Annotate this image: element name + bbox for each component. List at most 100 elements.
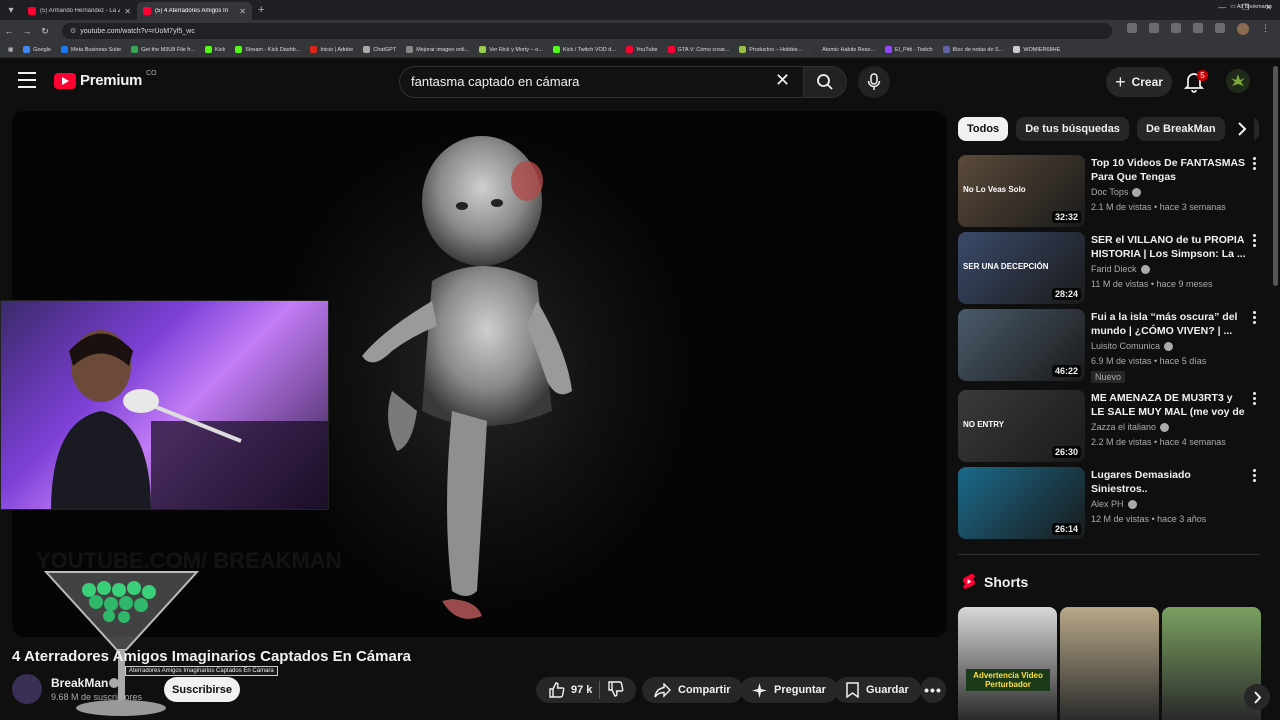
bookmark-label: WOMIER68HE — [1023, 46, 1061, 53]
section-divider — [958, 554, 1260, 555]
bookmark-star-icon[interactable] — [1171, 23, 1181, 33]
browser-tab-0[interactable]: (5) Armando Hernández - La Ze ✕ — [22, 2, 137, 20]
bookmark-item[interactable]: WOMIER68HE — [1009, 46, 1064, 53]
extensions-area: ⋮ — [1127, 23, 1270, 35]
recommended-video[interactable]: 26:14 Lugares Demasiado Siniestros.. Alex … — [958, 467, 1258, 539]
bookmark-label: YouTube — [635, 46, 658, 53]
video-thumbnail[interactable]: NO ENTRY 26:30 — [958, 390, 1085, 462]
address-bar-row: ← → ↻ ⚙ youtube.com/watch?v=rUoM7yf5_wc … — [0, 20, 1280, 42]
thumbs-up-icon — [549, 681, 565, 698]
video-title[interactable]: Lugares Demasiado Siniestros.. — [1091, 468, 1246, 496]
apps-icon[interactable]: ▦ — [4, 47, 17, 53]
video-thumbnail[interactable]: 26:14 — [958, 467, 1085, 539]
cast-icon[interactable] — [1149, 23, 1159, 33]
youtube-favicon-icon — [28, 7, 36, 15]
bookmark-favicon-icon — [60, 46, 68, 53]
chips-next-button[interactable] — [1230, 117, 1254, 141]
bookmark-item[interactable]: ChatGPT — [359, 46, 400, 53]
clear-search-icon[interactable]: ✕ — [775, 70, 790, 91]
recommended-video[interactable]: 46:22 Fui a la isla “más oscura” del mund… — [958, 309, 1258, 383]
forward-icon[interactable]: → — [18, 26, 36, 36]
more-options-icon[interactable] — [1251, 392, 1257, 406]
video-channel[interactable]: Doc Tops — [1091, 187, 1142, 197]
more-actions-button[interactable]: ••• — [920, 677, 946, 703]
short-thumbnail[interactable]: Advertencia Video Perturbador — [958, 607, 1057, 720]
short-thumbnail[interactable] — [1060, 607, 1159, 720]
video-channel[interactable]: Luisito Comunica — [1091, 341, 1174, 351]
bookmark-item[interactable]: GTA V: Cómo crear... — [664, 46, 734, 53]
bookmark-item[interactable]: El_Pitti - Twitch — [881, 46, 937, 53]
bookmark-item[interactable]: Meta Business Suite — [57, 46, 125, 53]
bookmark-item[interactable]: Productos – Hobbie... — [735, 46, 806, 53]
minimize-icon[interactable]: — — [1218, 3, 1226, 12]
shorts-logo-icon — [963, 574, 975, 589]
new-tab-button[interactable]: + — [258, 4, 264, 16]
browser-tab-1[interactable]: (5) 4 Aterradores Amigos In ✕ — [137, 2, 252, 20]
shorts-next-button[interactable] — [1244, 684, 1270, 710]
more-options-icon[interactable] — [1251, 469, 1257, 483]
scrollbar-thumb[interactable] — [1273, 66, 1278, 286]
video-title[interactable]: SER el VILLANO de tu PROPIA HISTORIA | L… — [1091, 233, 1246, 261]
bookmark-item[interactable]: Mejorar imagen onli... — [402, 46, 473, 53]
dislike-button[interactable] — [607, 680, 624, 700]
reload-icon[interactable]: ↻ — [36, 26, 54, 37]
video-title[interactable]: Fui a la isla “más oscura” del mundo | ¿… — [1091, 310, 1246, 338]
share-button[interactable]: Compartir — [642, 677, 743, 703]
bookmark-item[interactable]: Kick / Twitch VOD d... — [549, 46, 620, 53]
video-thumbnail[interactable]: 46:22 — [958, 309, 1085, 381]
site-info-icon[interactable]: ⚙ — [70, 27, 76, 35]
recommended-video[interactable]: NO ENTRY 26:30 ME AMENAZA DE MU3RT3 y LE S… — [958, 390, 1258, 462]
video-channel[interactable]: Farid Dieck — [1091, 264, 1150, 274]
browser-menu-icon[interactable]: ⋮ — [1261, 23, 1270, 35]
page-scrollbar[interactable] — [1272, 60, 1280, 720]
bookmark-item[interactable]: Kick — [201, 46, 229, 53]
create-button[interactable]: + Crear — [1106, 67, 1172, 97]
chip-de-tus-busquedas[interactable]: De tus búsquedas — [1016, 117, 1129, 141]
recommended-video[interactable]: SER UNA DECEPCIÓN 28:24 SER el VILLANO de … — [958, 232, 1258, 304]
save-button[interactable]: Guardar — [834, 677, 921, 703]
tab-search-icon[interactable]: ▾ — [0, 5, 22, 16]
video-title[interactable]: ME AMENAZA DE MU3RT3 y LE SALE MUY MAL (… — [1091, 391, 1246, 419]
bookmark-item[interactable]: Inicio | Adobe — [306, 46, 357, 53]
bookmark-item[interactable]: Get the M3U8 File fr... — [127, 46, 199, 53]
video-channel[interactable]: Zazza el italiano — [1091, 422, 1170, 432]
more-options-icon[interactable] — [1251, 311, 1257, 325]
all-bookmarks-button[interactable]: ▭ All Bookmarks — [1230, 4, 1272, 10]
close-tab-icon[interactable]: ✕ — [124, 7, 131, 16]
more-options-icon[interactable] — [1251, 234, 1257, 248]
video-title[interactable]: Top 10 Videos De FANTASMAS Para Que Teng… — [1091, 156, 1246, 184]
bookmark-item[interactable]: Ver Rick y Morty – o... — [475, 46, 547, 53]
youtube-premium-logo[interactable]: Premium CO — [54, 70, 157, 89]
plus-icon: + — [1115, 71, 1126, 92]
recommended-video[interactable]: No Lo Veas Solo 32:32 Top 10 Videos De FAN… — [958, 155, 1258, 227]
search-button[interactable] — [803, 66, 847, 98]
search-input[interactable]: fantasma captado en cámara — [399, 66, 804, 98]
user-avatar[interactable] — [1226, 69, 1250, 93]
back-icon[interactable]: ← — [0, 26, 18, 36]
chip-de-breakman[interactable]: De BreakMan — [1136, 117, 1225, 141]
bookmark-favicon-icon — [1013, 46, 1021, 53]
video-channel[interactable]: Alex PH — [1091, 499, 1137, 509]
sidepanel-icon[interactable] — [1215, 23, 1225, 33]
voice-search-button[interactable] — [858, 66, 890, 98]
url-field[interactable]: ⚙ youtube.com/watch?v=rUoM7yf5_wc — [62, 23, 1112, 39]
video-thumbnail[interactable]: SER UNA DECEPCIÓN 28:24 — [958, 232, 1085, 304]
chip-todos[interactable]: Todos — [958, 117, 1009, 141]
microphone-icon — [867, 73, 881, 90]
bookmark-label: Mejorar imagen onli... — [416, 46, 470, 53]
bookmark-item[interactable]: YouTube — [622, 46, 662, 53]
ask-button[interactable]: Preguntar — [740, 677, 838, 703]
video-thumbnail[interactable]: No Lo Veas Solo 32:32 — [958, 155, 1085, 227]
bookmark-item[interactable]: Atomic Habits Reso... — [808, 46, 879, 53]
close-tab-icon[interactable]: ✕ — [239, 7, 246, 16]
more-options-icon[interactable] — [1251, 157, 1257, 171]
bookmark-item[interactable]: Bloc de notas de S... — [939, 46, 1008, 53]
menu-hamburger-icon[interactable] — [18, 72, 36, 88]
like-dislike-group: 97 k — [536, 677, 636, 703]
like-button[interactable]: 97 k — [548, 681, 592, 699]
zoom-icon[interactable] — [1127, 23, 1137, 33]
profile-avatar-icon[interactable] — [1237, 23, 1249, 35]
extensions-icon[interactable] — [1193, 23, 1203, 33]
bookmark-item[interactable]: Google — [19, 46, 55, 53]
bookmark-item[interactable]: Stream - Kick Dashb... — [231, 46, 304, 53]
